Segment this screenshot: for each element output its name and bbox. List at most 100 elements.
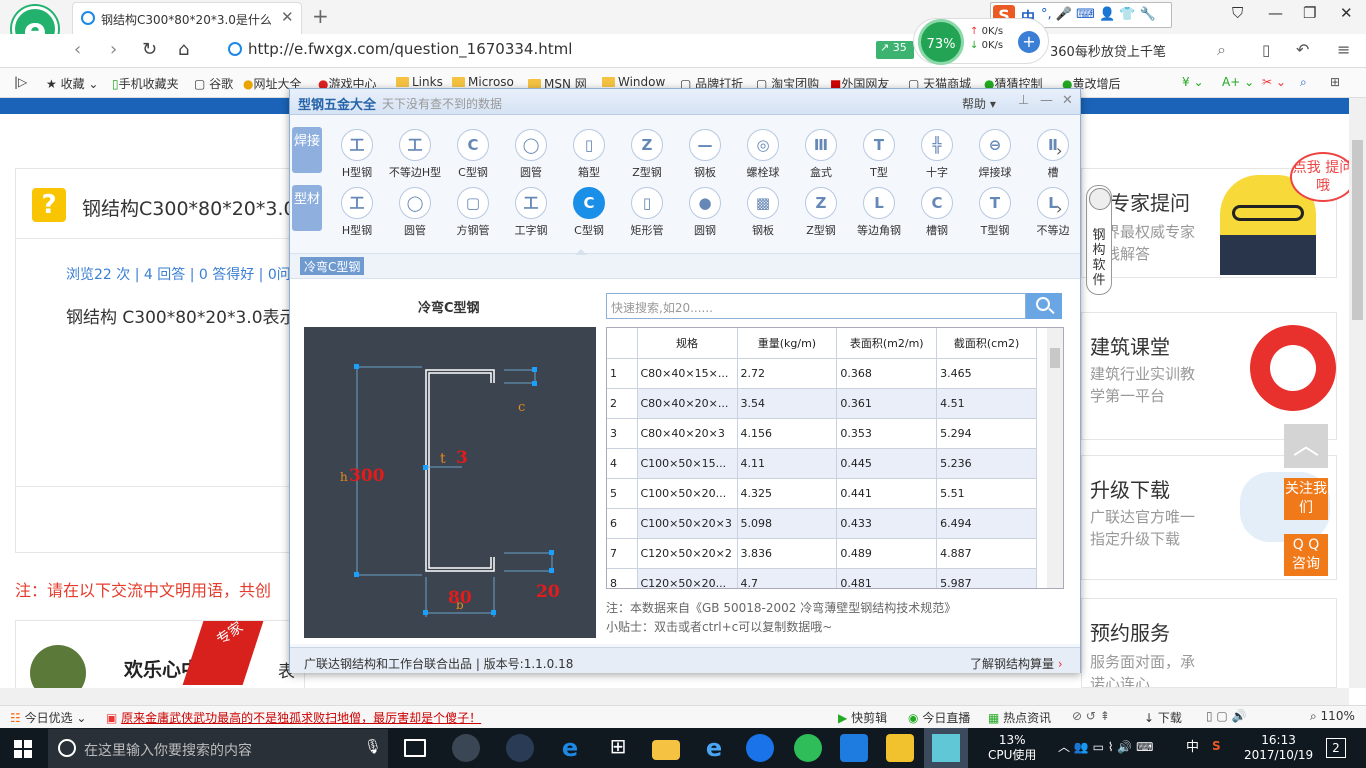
- table-row[interactable]: 2 C80×40×20×... 3.54 0.361 4.51: [607, 388, 1037, 419]
- shirt-icon[interactable]: ⛉: [1232, 4, 1243, 22]
- undo-icon[interactable]: ↶: [1296, 40, 1309, 59]
- forward-icon[interactable]: ›: [110, 39, 117, 60]
- spec-table[interactable]: 规格 重量(kg/m) 表面积(m2/m) 截面积(cm2) 1 C80×40×1…: [606, 327, 1064, 589]
- col-header[interactable]: 表面积(m2/m): [836, 328, 938, 359]
- follow-us-button[interactable]: 关注我们: [1284, 478, 1328, 520]
- search-promo[interactable]: 360每秒放贷上千笔: [1050, 41, 1166, 60]
- news-headline[interactable]: ▣ 原来金庸武侠武功最高的不是独孤求败扫地僧，最厉害却是个傻子！: [106, 709, 481, 726]
- taskbar-app-g-icon[interactable]: [746, 734, 774, 762]
- table-cell[interactable]: 5.098: [737, 508, 838, 539]
- url-field[interactable]: http://e.fwxgx.com/question_1670334.html: [228, 40, 908, 62]
- table-cell[interactable]: C80×40×15×...: [637, 358, 738, 389]
- shape-item[interactable]: C C型钢: [560, 187, 618, 238]
- zoom-level[interactable]: ⌕ 110%: [1310, 709, 1355, 724]
- dialog-close-icon[interactable]: ✕: [1062, 93, 1073, 108]
- search-icon[interactable]: ⌕: [1217, 40, 1226, 60]
- help-menu[interactable]: 帮助 ▾: [962, 95, 996, 112]
- clock[interactable]: 16:13 2017/10/19: [1244, 733, 1313, 763]
- table-cell[interactable]: 4.7: [737, 568, 838, 588]
- maximize-icon[interactable]: ❐: [1303, 4, 1316, 22]
- table-row[interactable]: 3 C80×40×20×3 4.156 0.353 5.294: [607, 418, 1037, 449]
- close-window-icon[interactable]: ✕: [1340, 4, 1353, 22]
- table-scrollbar[interactable]: [1047, 328, 1063, 588]
- table-cell[interactable]: 0.361: [836, 388, 938, 419]
- active-app-highlight[interactable]: [924, 728, 968, 768]
- status-news[interactable]: ▦ 热点资讯: [988, 709, 1051, 726]
- minimize-icon[interactable]: —: [1268, 4, 1283, 22]
- extension-translate-icon[interactable]: A+ ⌄: [1222, 75, 1254, 89]
- shape-item[interactable]: 工 H型钢: [328, 187, 386, 238]
- table-cell[interactable]: 0.433: [836, 508, 938, 539]
- table-cell[interactable]: 0.489: [836, 538, 938, 569]
- menu-icon[interactable]: ≡: [1337, 40, 1350, 59]
- shape-item[interactable]: 工工字钢: [502, 187, 560, 238]
- table-cell[interactable]: 3.465: [936, 358, 1037, 389]
- shape-item[interactable]: 工 H型钢: [328, 129, 386, 180]
- table-cell[interactable]: 5.51: [936, 478, 1037, 509]
- table-cell[interactable]: 5.987: [936, 568, 1037, 588]
- col-header[interactable]: 重量(kg/m): [737, 328, 838, 359]
- table-cell[interactable]: C100×50×15...: [637, 448, 738, 479]
- back-to-top-button[interactable]: ︿: [1284, 424, 1328, 468]
- table-cell[interactable]: 4.887: [936, 538, 1037, 569]
- shape-item[interactable]: Z Z型钢: [792, 187, 850, 238]
- table-row[interactable]: 4 C100×50×15... 4.11 0.445 5.236: [607, 448, 1037, 479]
- home-icon[interactable]: ⌂: [178, 39, 189, 60]
- speed-badge[interactable]: ↗ 35: [876, 41, 914, 59]
- status-clip[interactable]: ▶ 快剪辑: [838, 709, 887, 726]
- dialog-minimize-icon[interactable]: —: [1040, 93, 1053, 108]
- refresh-icon[interactable]: ↻: [142, 39, 157, 60]
- tab-close-icon[interactable]: ✕: [281, 8, 294, 26]
- table-cell[interactable]: 5.294: [936, 418, 1037, 449]
- file-explorer-icon[interactable]: [652, 740, 680, 760]
- shape-item[interactable]: ▩ 钢板: [734, 187, 792, 238]
- status-download[interactable]: ↓ 下载: [1144, 709, 1182, 726]
- table-cell[interactable]: 2.72: [737, 358, 838, 389]
- table-cell[interactable]: 0.481: [836, 568, 938, 588]
- horizontal-scrollbar[interactable]: [0, 688, 1349, 705]
- shape-item[interactable]: T T型钢: [966, 187, 1024, 238]
- shape-item[interactable]: Ⅱ槽: [1024, 129, 1082, 180]
- status-live[interactable]: ◉ 今日直播: [908, 709, 970, 726]
- question-stats[interactable]: 浏览22 次 | 4 回答 | 0 答得好 | 0问: [66, 264, 296, 284]
- shape-item[interactable]: 工不等边H型: [386, 129, 444, 180]
- table-cell[interactable]: C80×40×20×...: [637, 388, 738, 419]
- tray-icons[interactable]: ︿ 👥 ▭ ⌇ 🔊 ⌨: [1058, 740, 1153, 755]
- shape-item[interactable]: Ⅲ 盒式: [792, 129, 850, 180]
- shape-item[interactable]: ▯ 箱型: [560, 129, 618, 180]
- table-cell[interactable]: 0.441: [836, 478, 938, 509]
- new-tab-button[interactable]: +: [312, 4, 329, 28]
- 360-browser-icon[interactable]: [794, 734, 822, 762]
- scrollbar-thumb[interactable]: [1352, 140, 1363, 320]
- table-cell[interactable]: 6.494: [936, 508, 1037, 539]
- table-row[interactable]: 6 C100×50×20×3 5.098 0.433 6.494: [607, 508, 1037, 539]
- shape-item[interactable]: L 等边角钢: [850, 187, 908, 238]
- task-view-icon[interactable]: [404, 739, 426, 757]
- pin-icon[interactable]: ⊥: [1018, 93, 1029, 108]
- quick-search-input[interactable]: 快速搜索,如20......: [606, 293, 1026, 319]
- shape-item[interactable]: ● 圆钢: [676, 187, 734, 238]
- shape-item[interactable]: ╬ 十字: [908, 129, 966, 180]
- learn-more-link[interactable]: 了解钢结构算量 ›: [970, 655, 1063, 672]
- dialog-titlebar[interactable]: 型钢五金大全 天下没有查不到的数据 帮助 ▾ ⊥ — ✕: [290, 89, 1080, 115]
- taskbar-app-spiral-icon[interactable]: [506, 734, 534, 762]
- table-cell[interactable]: 4.325: [737, 478, 838, 509]
- table-cell[interactable]: 0.368: [836, 358, 938, 389]
- table-cell[interactable]: 5.236: [936, 448, 1037, 479]
- daily-picks[interactable]: ☷ 今日优选 ⌄: [10, 709, 86, 726]
- sidebar-toggle-icon[interactable]: |▷: [14, 75, 27, 89]
- qq-consult-button[interactable]: Q Q 咨询: [1284, 534, 1328, 576]
- shape-item[interactable]: ▢ 方钢管: [444, 187, 502, 238]
- software-side-ad[interactable]: 钢构软件: [1086, 185, 1112, 295]
- table-row[interactable]: 7 C120×50×20×2 3.836 0.489 4.887: [607, 538, 1037, 569]
- bookmark-item[interactable]: Links: [396, 75, 443, 89]
- table-cell[interactable]: 0.445: [836, 448, 938, 479]
- shape-item[interactable]: Z Z型钢: [618, 129, 676, 180]
- extension-grid-icon[interactable]: ⊞: [1330, 75, 1340, 89]
- table-row[interactable]: 5 C100×50×20... 4.325 0.441 5.51: [607, 478, 1037, 509]
- table-cell[interactable]: 4.156: [737, 418, 838, 449]
- ask-bubble[interactable]: 点我 提问哦: [1290, 152, 1356, 202]
- notification-center-icon[interactable]: 2: [1326, 738, 1346, 758]
- boost-plus-icon[interactable]: +: [1018, 31, 1040, 53]
- taskbar-app-notes-icon[interactable]: [886, 734, 914, 762]
